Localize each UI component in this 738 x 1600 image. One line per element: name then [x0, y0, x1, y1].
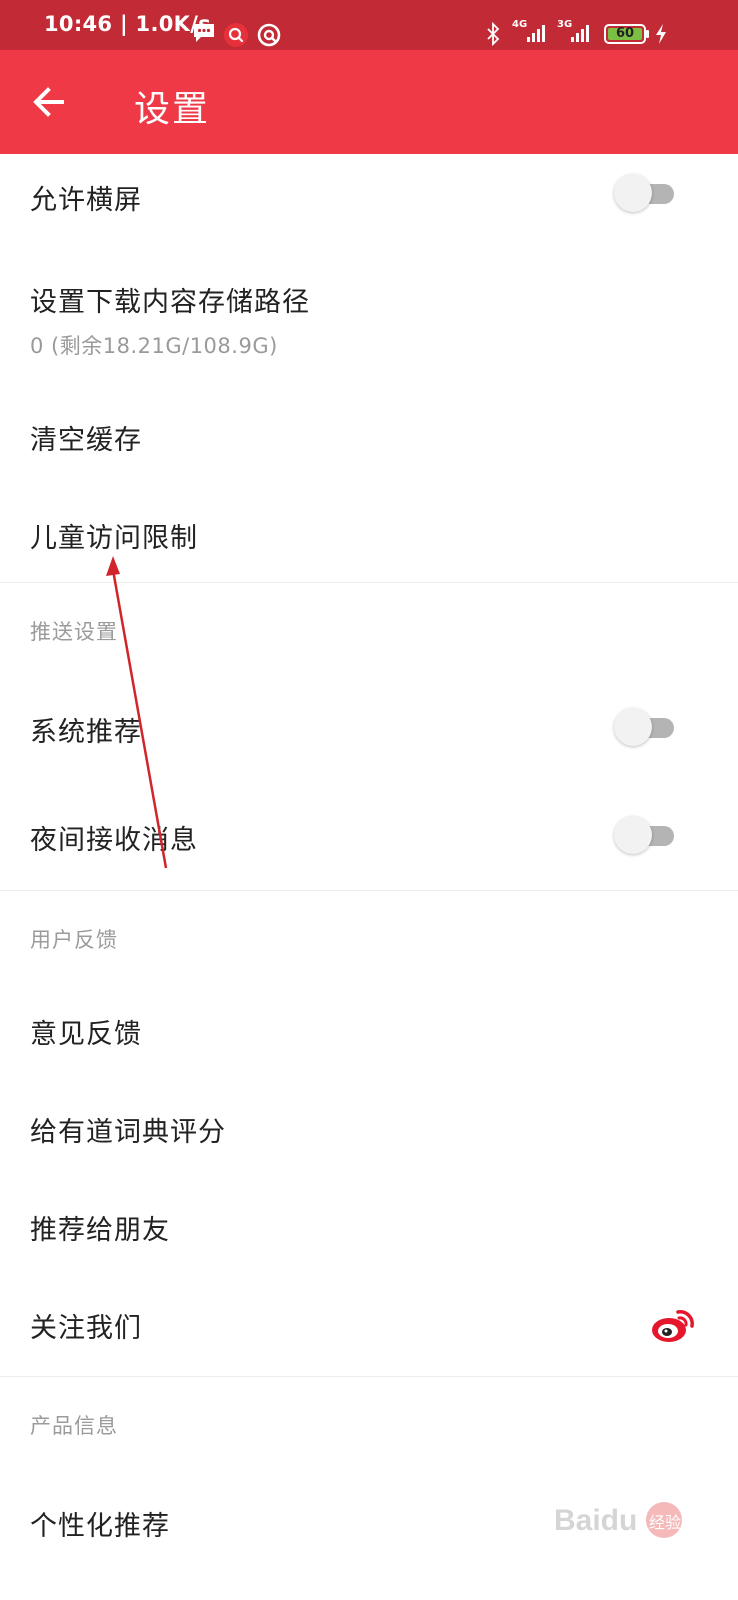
setting-download-path[interactable]: 设置下载内容存储路径 0 (剩余18.21G/108.9G)	[0, 260, 738, 380]
setting-label: 给有道词典评分	[30, 1117, 226, 1148]
setting-follow-us[interactable]: 关注我们	[0, 1278, 738, 1374]
network-label-1: 4G	[512, 19, 528, 30]
toggle-thumb	[614, 816, 652, 854]
page-title: 设置	[134, 89, 211, 130]
status-indicators: 4G 3G 60	[478, 0, 738, 50]
status-time: 10:46 | 1.0K/s	[44, 12, 211, 36]
storage-detail: 0 (剩余18.21G/108.9G)	[30, 334, 278, 358]
setting-label: 意见反馈	[30, 1019, 142, 1050]
setting-label: 系统推荐	[30, 717, 142, 748]
baidu-watermark-logo: Baidu 经验	[554, 1502, 682, 1538]
back-button[interactable]	[26, 76, 78, 128]
message-icon	[194, 24, 214, 42]
setting-label: 个性化推荐	[30, 1511, 170, 1542]
setting-recommend-friends[interactable]: 推荐给朋友	[0, 1180, 738, 1274]
setting-feedback[interactable]: 意见反馈	[0, 984, 738, 1078]
svg-text:Baidu: Baidu	[554, 1504, 637, 1537]
allow-landscape-toggle[interactable]	[614, 174, 674, 214]
bluetooth-icon	[487, 22, 500, 46]
section-header-product: 产品信息	[30, 1414, 118, 1438]
setting-label: 推荐给朋友	[30, 1215, 170, 1246]
setting-allow-landscape[interactable]: 允许横屏	[0, 154, 738, 250]
setting-clear-cache[interactable]: 清空缓存	[0, 392, 738, 482]
night-messages-toggle[interactable]	[614, 816, 674, 856]
back-arrow-icon	[33, 87, 64, 117]
setting-rate-app[interactable]: 给有道词典评分	[0, 1082, 738, 1176]
signal-icon	[527, 25, 545, 42]
divider	[0, 582, 738, 583]
vpn-icon	[257, 23, 281, 47]
setting-label: 允许横屏	[30, 185, 142, 216]
battery-level: 60	[616, 26, 635, 41]
status-bar: 10:46 | 1.0K/s 4G 3G 60	[0, 0, 738, 50]
system-recommend-toggle[interactable]	[614, 708, 674, 748]
setting-child-restriction[interactable]: 儿童访问限制	[0, 490, 738, 580]
setting-label: 儿童访问限制	[30, 523, 198, 554]
setting-label: 清空缓存	[30, 425, 142, 456]
signal-icon-2	[571, 25, 589, 42]
weibo-icon[interactable]	[650, 1306, 696, 1346]
section-header-push: 推送设置	[30, 620, 118, 644]
search-app-icon	[224, 23, 248, 47]
charging-icon	[656, 24, 666, 44]
svg-text:经验: 经验	[649, 1513, 681, 1532]
setting-label: 夜间接收消息	[30, 825, 198, 856]
section-header-feedback: 用户反馈	[30, 928, 118, 952]
divider	[0, 890, 738, 891]
divider	[0, 1376, 738, 1377]
setting-label: 设置下载内容存储路径	[30, 287, 310, 318]
toggle-thumb	[614, 708, 652, 746]
setting-night-messages[interactable]: 夜间接收消息	[0, 788, 738, 884]
app-bar: 设置	[0, 50, 738, 154]
toggle-thumb	[614, 174, 652, 212]
setting-system-recommend[interactable]: 系统推荐	[0, 680, 738, 776]
setting-label: 关注我们	[30, 1313, 142, 1344]
